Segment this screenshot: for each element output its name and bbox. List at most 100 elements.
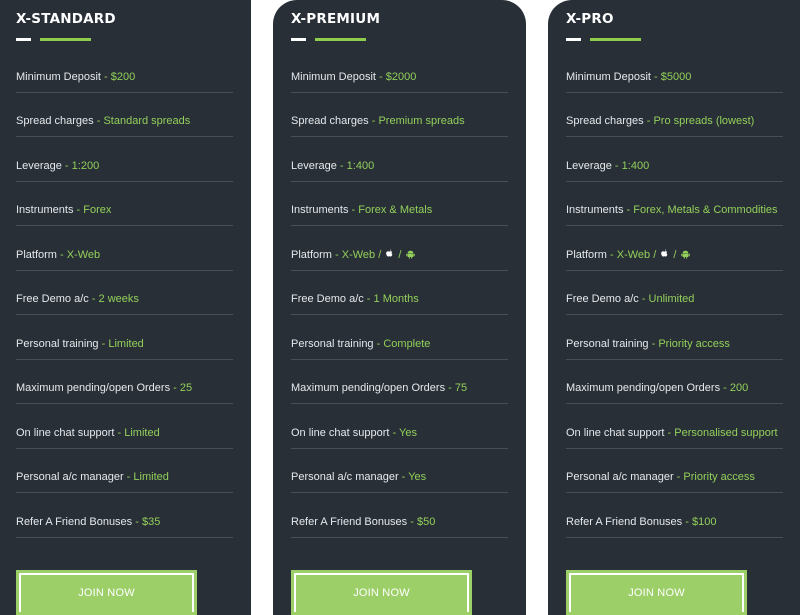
plan-title: X-PRO [566,11,614,27]
feature-row: Free Demo a/c - Unlimited [566,271,783,315]
feature-value: $5000 [660,71,692,83]
join-now-button[interactable]: JOIN NOW [16,570,197,615]
feature-value: Forex [83,204,112,216]
feature-row: Refer A Friend Bonuses - $100 [566,494,783,538]
feature-row: Platform - X-Web / / [566,227,783,271]
feature-label: Instruments [291,204,349,216]
feature-row: Personal training - Priority access [566,316,783,360]
plan-card-x-pro: X-PRO Minimum Deposit - $5000 Spread cha… [548,0,800,615]
feature-row: Spread charges - Premium spreads [291,93,508,137]
join-now-button[interactable]: JOIN NOW [291,570,472,615]
feature-value: $2000 [385,71,417,83]
feature-label: Maximum pending/open Orders [16,382,171,394]
feature-label: Free Demo a/c [16,293,89,305]
feature-value: 1:200 [71,160,100,172]
feature-label: Personal training [16,338,99,350]
feature-value: Personalised support [674,427,778,439]
feature-value: Limited [108,338,144,350]
feature-value: $50 [416,516,436,528]
plan-title: X-STANDARD [16,11,116,27]
feature-label: On line chat support [291,427,390,439]
feature-label: Leverage [16,160,62,172]
join-now-button[interactable]: JOIN NOW [566,570,747,615]
feature-label: Personal a/c manager [291,471,399,483]
feature-row: Personal training - Complete [291,316,508,360]
feature-label: Refer A Friend Bonuses [291,516,408,528]
feature-label: Spread charges [566,115,644,127]
feature-row: Instruments - Forex [16,182,233,226]
feature-label: Refer A Friend Bonuses [16,516,133,528]
feature-value: Priority access [658,338,730,350]
feature-row: Refer A Friend Bonuses - $35 [16,494,233,538]
feature-row: Maximum pending/open Orders - 25 [16,360,233,404]
feature-row: On line chat support - Personalised supp… [566,405,783,449]
feature-row: Instruments - Forex & Metals [291,182,508,226]
feature-label: Free Demo a/c [566,293,639,305]
feature-value: 1:400 [346,160,375,172]
feature-value: Forex & Metals [358,204,433,216]
feature-row: Minimum Deposit - $5000 [566,49,783,93]
feature-row: Free Demo a/c - 2 weeks [16,271,233,315]
apple-icon [386,249,393,257]
feature-row: Instruments - Forex, Metals & Commoditie… [566,182,783,226]
join-now-label: JOIN NOW [569,573,744,612]
title-accent-bar [566,38,656,41]
feature-row: Minimum Deposit - $200 [16,49,233,93]
feature-row: Platform - X-Web / / [291,227,508,271]
feature-label: Instruments [16,204,74,216]
feature-row: Personal a/c manager - Priority access [566,449,783,493]
feature-value: Unlimited [648,293,695,305]
feature-value: 2 weeks [98,293,139,305]
feature-value: $100 [691,516,717,528]
feature-value: 25 [179,382,193,394]
feature-row: On line chat support - Limited [16,405,233,449]
feature-value: X-Web [616,249,651,261]
plan-card-x-standard: X-STANDARD Minimum Deposit - $200 Spread… [0,0,251,615]
feature-label: On line chat support [566,427,665,439]
feature-label: Free Demo a/c [291,293,364,305]
feature-label: Maximum pending/open Orders [566,382,721,394]
feature-label: Platform [16,249,57,261]
feature-row: Spread charges - Standard spreads [16,93,233,137]
apple-icon [661,249,668,257]
feature-value: $35 [141,516,161,528]
feature-row: Personal training - Limited [16,316,233,360]
feature-value: Premium spreads [378,115,465,127]
feature-label: Leverage [291,160,337,172]
android-icon [405,250,415,259]
feature-label: Spread charges [291,115,369,127]
feature-value: 1:400 [621,160,650,172]
feature-row: Minimum Deposit - $2000 [291,49,508,93]
feature-row: Spread charges - Pro spreads (lowest) [566,93,783,137]
feature-label: Personal training [291,338,374,350]
feature-value: Forex, Metals & Commodities [633,204,778,216]
feature-row: Maximum pending/open Orders - 75 [291,360,508,404]
feature-row: Personal a/c manager - Yes [291,449,508,493]
feature-label: Leverage [566,160,612,172]
feature-value: 1 Months [373,293,419,305]
feature-value: X-Web [66,249,101,261]
feature-label: Personal a/c manager [16,471,124,483]
feature-label: Spread charges [16,115,94,127]
plan-title: X-PREMIUM [291,11,381,27]
feature-value: Yes [408,471,427,483]
feature-row: Personal a/c manager - Limited [16,449,233,493]
feature-value: Pro spreads (lowest) [653,115,755,127]
feature-label: Maximum pending/open Orders [291,382,446,394]
feature-value: $200 [110,71,136,83]
feature-label: Platform [566,249,607,261]
feature-value: X-Web [341,249,376,261]
feature-label: Minimum Deposit [291,71,376,83]
feature-value: Limited [124,427,160,439]
feature-value: Complete [383,338,431,350]
feature-value: Limited [133,471,169,483]
feature-row: Leverage - 1:200 [16,138,233,182]
feature-label: Personal a/c manager [566,471,674,483]
android-icon [680,250,690,259]
feature-row: Platform - X-Web [16,227,233,271]
join-now-label: JOIN NOW [294,573,469,612]
join-now-label: JOIN NOW [19,573,194,612]
feature-label: Minimum Deposit [16,71,101,83]
feature-value: Yes [399,427,417,439]
feature-value: Priority access [683,471,755,483]
